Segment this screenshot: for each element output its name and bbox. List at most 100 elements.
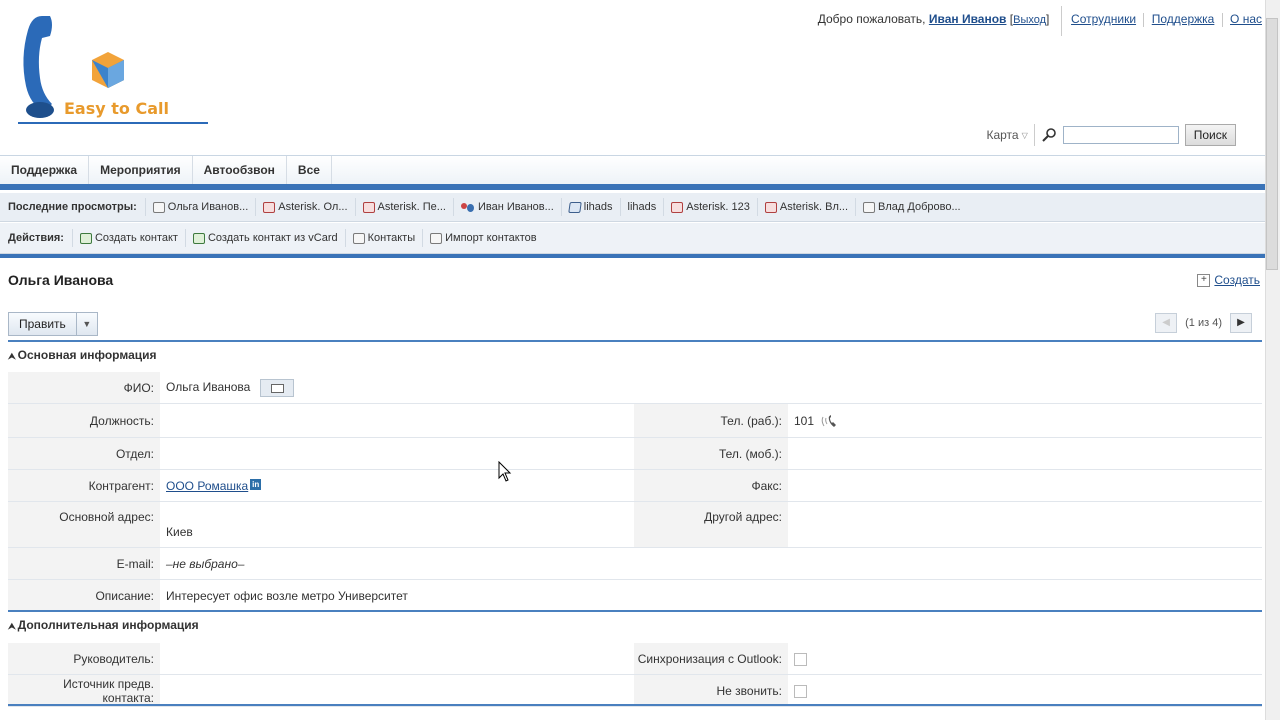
search-icon (1042, 128, 1056, 142)
tab-autodial[interactable]: Автообзвон (193, 156, 287, 184)
add-contact-icon (79, 232, 92, 244)
counterparty-cell: ООО Ромашка in (160, 469, 634, 502)
table-row: ФИО: Ольга Иванова (8, 372, 1262, 404)
linkedin-icon[interactable]: in (250, 478, 262, 490)
recent-item-label: Ольга Иванов... (167, 201, 249, 213)
import-icon (430, 232, 443, 244)
card-icon[interactable] (260, 378, 295, 397)
search-button[interactable]: Поиск (1184, 124, 1236, 146)
fax-label: Факс: (634, 469, 788, 502)
contact-icon (152, 201, 165, 213)
call-icon (764, 201, 777, 213)
easy-to-call-logo[interactable]: Easy to Call (12, 10, 212, 130)
contacts-action[interactable]: Контакты (344, 229, 423, 247)
section-title: Основная информация (17, 348, 157, 362)
work-phone-cell: 101 (788, 403, 1262, 438)
book-icon (568, 201, 582, 213)
no-call-label: Не звонить: (634, 674, 788, 707)
recent-item[interactable]: Asterisk. Пе... (354, 198, 453, 216)
fax-value (788, 469, 1262, 502)
counterparty-link[interactable]: ООО Ромашка (166, 479, 248, 493)
recent-item-label: Asterisk. Вл... (779, 201, 849, 213)
create-link[interactable]: + Создать (1197, 273, 1260, 287)
tab-support[interactable]: Поддержка (0, 156, 90, 184)
chevron-down-icon[interactable]: ▼ (77, 313, 97, 335)
email-value[interactable]: –не выбрано– (160, 547, 1262, 580)
search-area: Карта ▽ Поиск (986, 124, 1236, 146)
phone-call-icon[interactable] (821, 414, 839, 428)
welcome-text: Добро пожаловать, (817, 12, 926, 26)
call-icon (362, 201, 375, 213)
user-name-link[interactable]: Иван Иванов (929, 12, 1007, 26)
vertical-scrollbar[interactable] (1265, 0, 1280, 720)
work-phone-value: 101 (794, 413, 815, 428)
contact-icon (863, 201, 876, 213)
header: Easy to Call Добро пожаловать, Иван Иван… (0, 0, 1280, 155)
recent-item[interactable]: lihads (619, 198, 664, 216)
recent-item[interactable]: Asterisk. Ол... (255, 198, 354, 216)
dept-value (160, 437, 634, 470)
support-link[interactable]: Поддержка (1152, 12, 1215, 26)
outlook-sync-checkbox[interactable] (794, 652, 807, 666)
collapse-icon: ⮝ (8, 621, 16, 631)
recent-item[interactable]: Иван Иванов... (452, 198, 561, 216)
table-row: Должность: Тел. (раб.): 101 (8, 403, 1262, 438)
next-record-button[interactable]: ▶ (1230, 313, 1252, 333)
mobile-label: Тел. (моб.): (634, 437, 788, 470)
scrollbar-thumb[interactable] (1266, 18, 1278, 270)
table-row: Основной адрес: Киев Другой адрес: (8, 501, 1262, 548)
prev-record-button[interactable]: ◀ (1155, 313, 1178, 333)
search-input[interactable] (1062, 126, 1179, 144)
recent-views-label: Последние просмотры: (8, 201, 137, 213)
no-call-checkbox[interactable] (794, 684, 807, 698)
recent-item[interactable]: Asterisk. Вл... (756, 198, 855, 216)
create-contact-vcard-action[interactable]: Создать контакт из vCard (184, 229, 345, 247)
top-links: Добро пожаловать, Иван Иванов [Выход] Со… (817, 6, 1262, 42)
manager-value (160, 643, 634, 675)
manager-label: Руководитель: (8, 643, 160, 675)
recent-item-label: Иван Иванов... (477, 201, 554, 213)
table-row: Описание: Интересует офис возле метро Ун… (8, 579, 1262, 612)
create-link-label[interactable]: Создать (1214, 273, 1260, 287)
recent-item[interactable]: Влад Доброво... (855, 198, 968, 216)
divider (1221, 12, 1223, 27)
recent-item-label: Asterisk. Ол... (278, 201, 348, 213)
page-title: Ольга Иванова (8, 272, 114, 288)
table-row: Источник предв. контакта: Не звонить: (8, 674, 1262, 707)
map-dropdown[interactable]: Карта ▽ (986, 128, 1027, 142)
work-phone-label: Тел. (раб.): (634, 403, 788, 438)
counterparty-label: Контрагент: (8, 469, 160, 502)
call-icon (263, 201, 276, 213)
table-row: Отдел: Тел. (моб.): (8, 437, 1262, 470)
recent-item-label: Влад Доброво... (878, 201, 961, 213)
about-link[interactable]: О нас (1230, 12, 1262, 26)
employees-link[interactable]: Сотрудники (1071, 12, 1136, 26)
main-nav: Поддержка Мероприятия Автообзвон Все (0, 155, 1266, 184)
source-value (160, 674, 634, 707)
tab-events[interactable]: Мероприятия (89, 156, 193, 184)
description-label: Описание: (8, 579, 160, 612)
other-address-value (788, 501, 1262, 548)
main-info-table: ФИО: Ольга Иванова Должность: Тел. (раб.… (8, 372, 1262, 612)
plus-icon: + (1197, 273, 1211, 287)
extra-info-section-header[interactable]: ⮝ Дополнительная информация (8, 610, 1262, 632)
nav-accent-bar (0, 184, 1266, 190)
position-label: Должность: (8, 403, 160, 438)
table-row: Руководитель: Синхронизация с Outlook: (8, 643, 1262, 675)
address-label: Основной адрес: (8, 501, 160, 548)
actions-label: Действия: (8, 232, 64, 244)
recent-item-label: lihads (627, 201, 657, 213)
tab-all[interactable]: Все (287, 156, 332, 184)
import-contacts-action[interactable]: Импорт контактов (422, 229, 544, 247)
outlook-sync-label: Синхронизация с Outlook: (634, 643, 788, 675)
recent-item[interactable]: Ольга Иванов... (144, 198, 255, 216)
recent-item[interactable]: Asterisk. 123 (663, 198, 757, 216)
section-divider (8, 704, 1262, 706)
logout-link[interactable]: Выход (1013, 14, 1046, 26)
create-contact-action[interactable]: Создать контакт (71, 229, 185, 247)
recent-item[interactable]: lihads (560, 198, 620, 216)
edit-button[interactable]: Править (9, 313, 77, 335)
mobile-value (788, 437, 1262, 470)
main-info-section-header[interactable]: ⮝ Основная информация (8, 340, 1262, 362)
action-label: Создать контакт из vCard (207, 232, 338, 244)
